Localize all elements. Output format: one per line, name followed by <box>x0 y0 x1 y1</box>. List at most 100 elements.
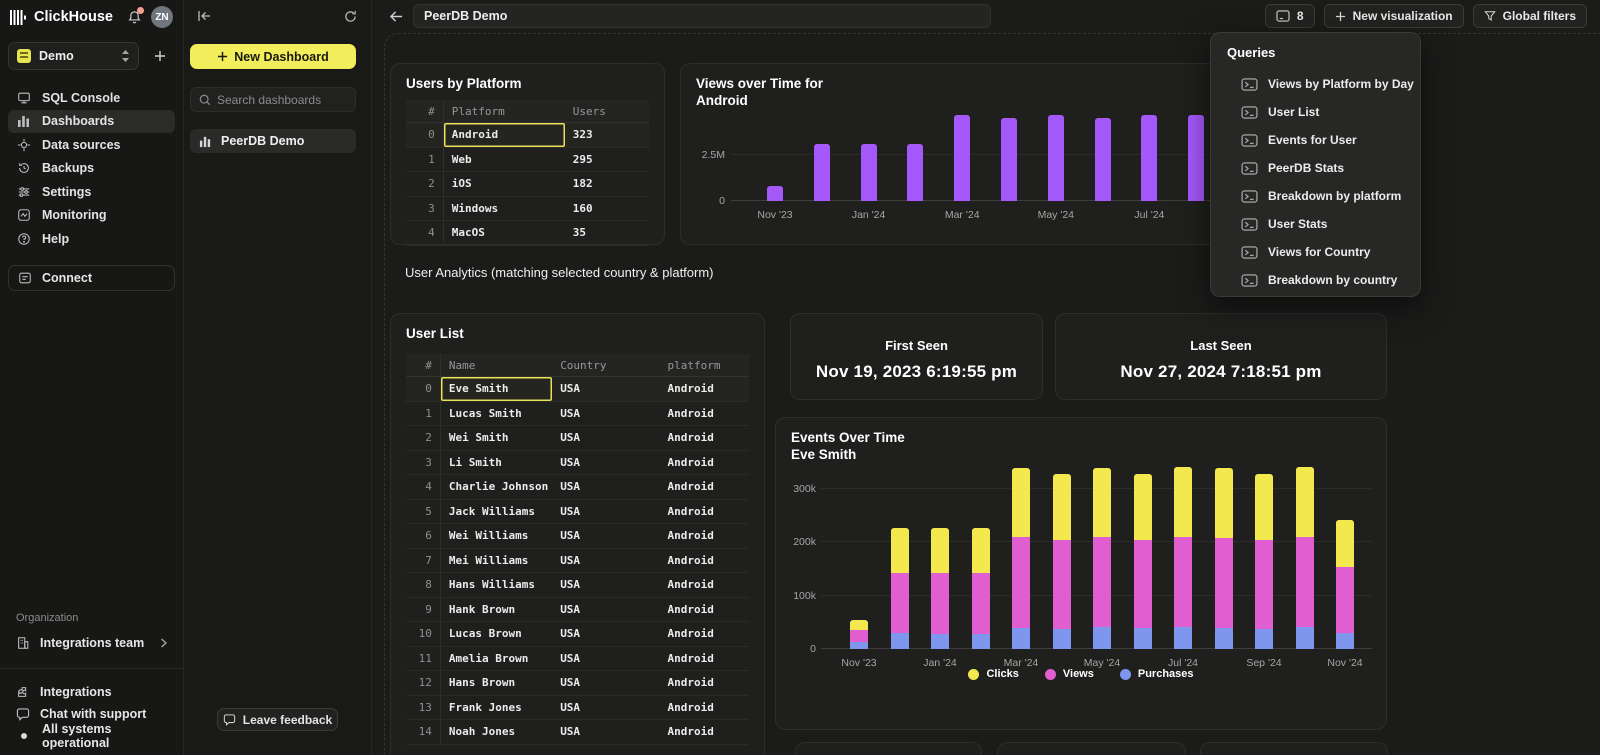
table-row[interactable]: 3Windows160 <box>406 197 649 222</box>
table-row[interactable]: 13Frank JonesUSAAndroid <box>406 696 749 721</box>
events-bar-segment-views[interactable] <box>972 573 990 634</box>
table-row[interactable]: 11Amelia BrownUSAAndroid <box>406 647 749 672</box>
organization-team[interactable]: Integrations team <box>8 631 175 655</box>
table-row[interactable]: 14Noah JonesUSAAndroid <box>406 720 749 745</box>
events-bar-segment-purchases[interactable] <box>972 634 990 649</box>
views-bar[interactable] <box>814 144 830 201</box>
table-row[interactable]: 3Li SmithUSAAndroid <box>406 451 749 476</box>
views-bar[interactable] <box>907 144 923 201</box>
events-bar-segment-clicks[interactable] <box>1255 474 1273 541</box>
sidebar-item-settings[interactable]: Settings <box>8 180 175 204</box>
sidebar-item-backups[interactable]: Backups <box>8 157 175 181</box>
avatar[interactable]: ZN <box>151 6 173 28</box>
events-bar-segment-views[interactable] <box>1296 537 1314 627</box>
sidebar-item-data-sources[interactable]: Data sources <box>8 133 175 157</box>
sidebar-item-sql-console[interactable]: SQL Console <box>8 86 175 110</box>
events-bar-segment-views[interactable] <box>1134 540 1152 628</box>
queries-menu-item[interactable]: Breakdown by platform <box>1211 182 1420 210</box>
views-bar[interactable] <box>1001 118 1017 201</box>
events-bar-segment-purchases[interactable] <box>1215 628 1233 649</box>
table-row[interactable]: 0Eve SmithUSAAndroid <box>406 377 749 402</box>
queries-menu-item[interactable]: Events for User <box>1211 126 1420 154</box>
events-bar-segment-clicks[interactable] <box>1215 468 1233 538</box>
views-bar[interactable] <box>1048 115 1064 201</box>
events-bar-segment-views[interactable] <box>1336 567 1354 633</box>
events-bar-segment-purchases[interactable] <box>1012 628 1030 649</box>
events-bar-segment-clicks[interactable] <box>1336 520 1354 568</box>
back-arrow-icon[interactable] <box>385 5 407 27</box>
events-bar-segment-clicks[interactable] <box>1012 468 1030 537</box>
table-row[interactable]: 4Charlie JohnsonUSAAndroid <box>406 475 749 500</box>
events-bar-segment-clicks[interactable] <box>1093 468 1111 536</box>
events-bar-segment-purchases[interactable] <box>850 642 868 649</box>
queries-menu-item[interactable]: Breakdown by country <box>1211 266 1420 294</box>
events-bar-segment-clicks[interactable] <box>1134 474 1152 540</box>
table-row[interactable]: 0Android323 <box>406 123 649 148</box>
views-bar[interactable] <box>1188 115 1204 201</box>
sidebar-item-dashboards[interactable]: Dashboards <box>8 110 175 134</box>
notifications-bell-icon[interactable] <box>123 6 145 28</box>
connect-button[interactable]: Connect <box>8 265 175 291</box>
events-bar-segment-purchases[interactable] <box>1093 627 1111 649</box>
views-bar[interactable] <box>767 186 783 201</box>
events-bar-segment-views[interactable] <box>850 630 868 642</box>
new-dashboard-button[interactable]: New Dashboard <box>190 44 356 69</box>
dashboard-list-item[interactable]: PeerDB Demo <box>190 129 356 153</box>
table-row[interactable]: 1Web295 <box>406 148 649 173</box>
views-bar[interactable] <box>861 144 877 201</box>
events-bar-segment-views[interactable] <box>1174 537 1192 627</box>
queries-menu-item[interactable]: Views for Country <box>1211 238 1420 266</box>
events-bar-segment-views[interactable] <box>1255 540 1273 628</box>
events-bar-segment-views[interactable] <box>1053 540 1071 629</box>
views-bar[interactable] <box>1141 115 1157 201</box>
sidebar-item-monitoring[interactable]: Monitoring <box>8 204 175 228</box>
search-input[interactable] <box>217 93 372 107</box>
footer-item-integrations[interactable]: Integrations <box>8 681 175 703</box>
events-bar-segment-purchases[interactable] <box>1255 629 1273 649</box>
dashboard-title-input[interactable] <box>413 4 991 28</box>
events-bar-segment-views[interactable] <box>1012 537 1030 627</box>
table-row[interactable]: 1Lucas SmithUSAAndroid <box>406 402 749 427</box>
table-row[interactable]: 8Hans WilliamsUSAAndroid <box>406 573 749 598</box>
views-bar[interactable] <box>1095 118 1111 201</box>
table-row[interactable]: 9Hank BrownUSAAndroid <box>406 598 749 623</box>
table-row[interactable]: 2iOS182 <box>406 172 649 197</box>
events-bar-segment-clicks[interactable] <box>931 528 949 573</box>
table-row[interactable]: 5Jack WilliamsUSAAndroid <box>406 500 749 525</box>
add-service-button[interactable] <box>147 43 173 69</box>
events-bar-segment-purchases[interactable] <box>1296 627 1314 649</box>
queries-menu-item[interactable]: User Stats <box>1211 210 1420 238</box>
table-row[interactable]: 4MacOS35 <box>406 221 649 246</box>
table-row[interactable]: 7Mei WilliamsUSAAndroid <box>406 549 749 574</box>
global-filters-button[interactable]: Global filters <box>1473 4 1587 28</box>
events-bar-segment-views[interactable] <box>931 573 949 634</box>
events-bar-segment-purchases[interactable] <box>1053 629 1071 649</box>
events-bar-segment-views[interactable] <box>1215 538 1233 628</box>
queries-menu-item[interactable]: User List <box>1211 98 1420 126</box>
new-visualization-button[interactable]: New visualization <box>1324 4 1464 28</box>
events-bar-segment-purchases[interactable] <box>1134 628 1152 649</box>
events-bar-segment-clicks[interactable] <box>1053 474 1071 540</box>
table-row[interactable]: 10Lucas BrownUSAAndroid <box>406 622 749 647</box>
events-bar-segment-clicks[interactable] <box>850 620 868 630</box>
refresh-icon[interactable] <box>344 10 357 23</box>
events-bar-segment-clicks[interactable] <box>1296 467 1314 537</box>
collapse-panel-icon[interactable] <box>198 10 212 22</box>
panel-count-button[interactable]: 8 <box>1265 4 1315 28</box>
views-bar[interactable] <box>954 115 970 201</box>
events-bar-segment-purchases[interactable] <box>1336 633 1354 649</box>
queries-menu-item[interactable]: PeerDB Stats <box>1211 154 1420 182</box>
footer-item-status-dot[interactable]: All systems operational <box>8 725 175 747</box>
events-bar-segment-purchases[interactable] <box>931 634 949 649</box>
sidebar-item-help[interactable]: Help <box>8 227 175 251</box>
leave-feedback-button[interactable]: Leave feedback <box>217 708 338 731</box>
table-row[interactable]: 12Hans BrownUSAAndroid <box>406 671 749 696</box>
events-bar-segment-clicks[interactable] <box>1174 467 1192 537</box>
queries-menu-item[interactable]: Views by Platform by Day <box>1211 70 1420 98</box>
events-bar-segment-clicks[interactable] <box>972 528 990 573</box>
events-bar-segment-purchases[interactable] <box>891 633 909 649</box>
events-bar-segment-views[interactable] <box>1093 537 1111 627</box>
events-bar-segment-views[interactable] <box>891 573 909 633</box>
table-row[interactable]: 6Wei WilliamsUSAAndroid <box>406 524 749 549</box>
service-selector[interactable]: Demo <box>8 42 139 70</box>
